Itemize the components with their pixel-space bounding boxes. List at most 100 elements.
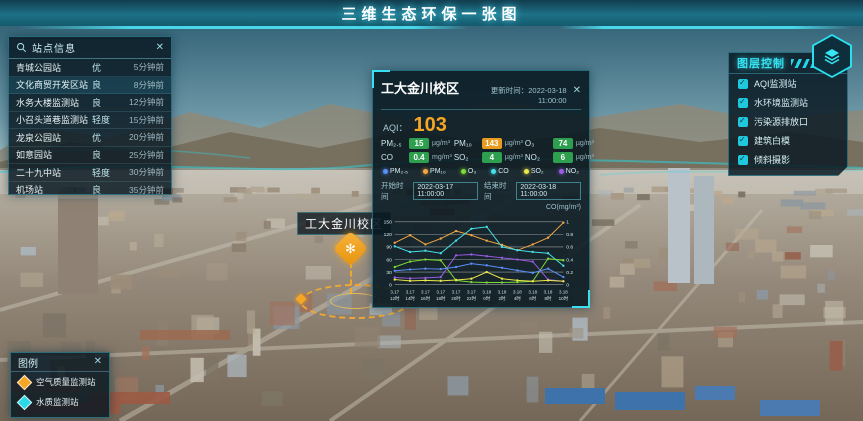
end-time-input[interactable]: 2022-03-18 11:00:00: [516, 182, 581, 200]
pollutant-value-badge: 143: [482, 138, 502, 149]
svg-text:0.8: 0.8: [566, 232, 573, 238]
pollutant-item: PM₁₀ 143 µg/m³: [454, 138, 523, 149]
svg-text:1: 1: [566, 220, 569, 226]
station-row[interactable]: 青城公园站 优 5分钟前: [9, 59, 171, 77]
svg-text:60: 60: [386, 257, 392, 263]
layer-row[interactable]: 水环境监测站: [729, 93, 847, 112]
checkbox-checked-icon[interactable]: [738, 117, 748, 127]
close-icon[interactable]: ✕: [573, 86, 581, 96]
pollutant-unit: µg/m³: [432, 140, 450, 147]
pollutant-item: SO₂ 4 µg/m³: [454, 152, 523, 163]
close-icon[interactable]: ✕: [156, 43, 164, 53]
station-row[interactable]: 小召头道巷监测站 轻度 15分钟前: [9, 112, 171, 130]
layers-button-face: [814, 36, 850, 76]
legend-dot: [491, 169, 496, 174]
station-row[interactable]: 机场站 良 35分钟前: [9, 182, 171, 200]
layer-row[interactable]: AQI监测站: [729, 74, 847, 93]
station-row[interactable]: 文化商贸开发区站 良 8分钟前: [9, 77, 171, 95]
station-name: 二十九中站: [16, 166, 92, 179]
station-update-time: 20分钟前: [116, 131, 164, 143]
station-update-time: 12分钟前: [116, 96, 164, 108]
start-time-input[interactable]: 2022-03-17 11:00:00: [413, 182, 478, 200]
station-update-time: 35分钟前: [116, 184, 164, 196]
pollutant-name: PM₂.₅: [381, 139, 406, 148]
station-row[interactable]: 水务大楼监测站 良 12分钟前: [9, 94, 171, 112]
station-detail-popup: 工大金川校区 更新时间：2022-03-18 11:00:00 ✕ AQI： 1…: [372, 70, 590, 308]
legend-item[interactable]: NO₂: [559, 168, 579, 175]
svg-text:3.18: 3.18: [498, 289, 507, 294]
pollutant-item: O₃ 74 µg/m³: [525, 138, 594, 149]
station-level: 轻度: [92, 113, 116, 126]
svg-text:10时: 10时: [559, 295, 569, 301]
svg-text:8时: 8时: [545, 295, 553, 301]
svg-text:3.18: 3.18: [513, 289, 522, 294]
layer-row[interactable]: 污染源排放口: [729, 112, 847, 131]
legend-item[interactable]: SO₂: [524, 168, 544, 175]
station-list-panel: 站点信息 ✕ 青城公园站 优 5分钟前 文化商贸开发区站 良 8分钟前 水务大楼…: [8, 36, 172, 195]
map-legend-title: 图例: [18, 355, 94, 370]
svg-text:3.17: 3.17: [452, 289, 461, 294]
legend-dot: [559, 169, 564, 174]
checkbox-checked-icon[interactable]: [738, 98, 748, 108]
station-update-time: 30分钟前: [116, 166, 164, 178]
water-station-marker-icon: [17, 394, 33, 410]
svg-text:90: 90: [386, 245, 392, 251]
layer-label: 水环境监测站: [754, 96, 808, 109]
station-level: 优: [92, 61, 116, 74]
legend-item[interactable]: CO: [491, 168, 509, 175]
legend-dot: [423, 169, 428, 174]
station-level: 良: [92, 148, 116, 161]
station-update-time: 15分钟前: [116, 114, 164, 126]
station-row[interactable]: 二十九中站 轻度 30分钟前: [9, 164, 171, 182]
svg-text:3.18: 3.18: [528, 289, 537, 294]
popup-header: 工大金川校区 更新时间：2022-03-18 11:00:00 ✕: [381, 78, 581, 110]
pollutant-unit: mg/m³: [432, 154, 452, 161]
station-row[interactable]: 如意园站 良 25分钟前: [9, 147, 171, 165]
popup-update-time: 更新时间：2022-03-18 11:00:00: [465, 85, 567, 105]
map-legend-item: 空气质量监测站: [11, 372, 109, 392]
title-bar: 三维生态环保一张图: [0, 0, 863, 26]
legend-item[interactable]: PM₁₀: [423, 168, 446, 175]
checkbox-checked-icon[interactable]: [738, 155, 748, 165]
legend-label: CO: [498, 168, 509, 175]
layer-row[interactable]: 建筑白模: [729, 131, 847, 150]
checkbox-checked-icon[interactable]: [738, 136, 748, 146]
pollutant-item: PM₂.₅ 15 µg/m³: [381, 138, 452, 149]
station-level: 良: [92, 96, 116, 109]
legend-item[interactable]: PM₂.₅: [383, 168, 408, 175]
end-time-label: 结束时间: [484, 180, 510, 202]
header-decoration-right: [560, 26, 852, 29]
station-level: 优: [92, 131, 116, 144]
station-update-time: 5分钟前: [116, 61, 164, 73]
map-legend-panel: 图例 ✕ 空气质量监测站 水质监测站: [10, 352, 110, 418]
station-name: 文化商贸开发区站: [16, 78, 92, 91]
legend-dot: [383, 169, 388, 174]
station-update-time: 8分钟前: [116, 79, 164, 91]
layer-row[interactable]: 倾斜摄影: [729, 150, 847, 169]
map-legend-label: 水质监测站: [36, 396, 79, 408]
pollutant-grid: PM₂.₅ 15 µg/m³ PM₁₀ 143 µg/m³ O₃ 74 µg/m…: [381, 138, 581, 163]
svg-text:0.4: 0.4: [566, 257, 573, 263]
start-time-label: 开始时间: [381, 180, 407, 202]
pollutant-value-badge: 6: [553, 152, 573, 163]
station-pin-icon: ✻: [345, 242, 356, 255]
legend-item[interactable]: O₃: [461, 168, 476, 175]
svg-text:3.18: 3.18: [559, 289, 568, 294]
svg-text:3.17: 3.17: [467, 289, 476, 294]
checkbox-checked-icon[interactable]: [738, 79, 748, 89]
svg-text:0.6: 0.6: [566, 245, 573, 251]
pollutant-item: CO 0.4 mg/m³: [381, 152, 452, 163]
pollutant-unit: µg/m³: [576, 140, 594, 147]
legend-dot: [524, 169, 529, 174]
layers-icon: [822, 46, 842, 66]
layer-panel-title: 图层控制: [737, 55, 785, 71]
station-level: 良: [92, 183, 116, 196]
station-row[interactable]: 龙泉公园站 优 20分钟前: [9, 129, 171, 147]
station-list-header: 站点信息 ✕: [9, 37, 171, 59]
svg-text:20时: 20时: [451, 295, 461, 301]
svg-text:16时: 16时: [421, 295, 431, 301]
header-decoration-left: [18, 26, 468, 29]
pollutant-name: SO₂: [454, 153, 479, 162]
station-name: 水务大楼监测站: [16, 96, 92, 109]
close-icon[interactable]: ✕: [94, 357, 102, 367]
